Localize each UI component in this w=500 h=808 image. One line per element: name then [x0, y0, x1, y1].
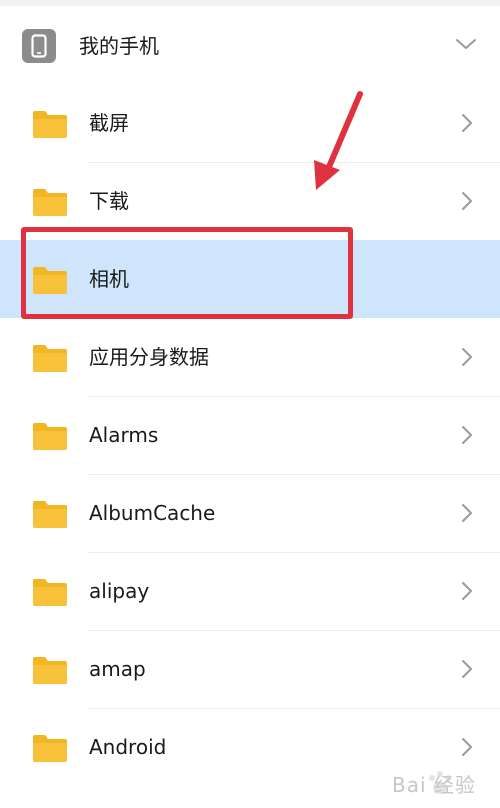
chevron-right-icon — [460, 736, 474, 758]
folder-row[interactable]: alipay — [0, 552, 500, 630]
folder-row[interactable]: AlbumCache — [0, 474, 500, 552]
folder-icon — [32, 421, 68, 451]
chevron-right-icon — [460, 190, 474, 212]
chevron-right-icon — [460, 580, 474, 602]
folder-icon — [32, 733, 68, 763]
watermark-text: Bai 经验 — [392, 773, 476, 797]
folder-label: 应用分身数据 — [89, 345, 209, 369]
row-divider — [88, 708, 500, 709]
folder-icon — [32, 343, 68, 373]
folder-label: Alarms — [89, 423, 159, 447]
folder-icon — [32, 577, 68, 607]
row-divider — [88, 162, 500, 163]
chevron-down-icon[interactable] — [455, 36, 477, 52]
folder-icon — [32, 655, 68, 685]
folder-row[interactable]: amap — [0, 630, 500, 708]
folder-row[interactable]: Alarms — [0, 396, 500, 474]
folder-icon — [32, 187, 68, 217]
annotation-arrow — [300, 88, 380, 198]
phone-icon — [22, 29, 56, 63]
chevron-right-icon — [460, 424, 474, 446]
row-divider — [88, 552, 500, 553]
file-manager-screen: 我的手机 截屏 下载 相机 应用分身数据 Alarms AlbumCache alipay a… — [0, 0, 500, 808]
storage-title: 我的手机 — [79, 34, 159, 58]
annotation-highlight-box — [21, 227, 353, 319]
folder-icon — [32, 499, 68, 529]
folder-row[interactable]: 截屏 — [0, 84, 500, 162]
storage-header[interactable]: 我的手机 — [0, 6, 500, 84]
folder-icon — [32, 109, 68, 139]
chevron-right-icon — [460, 502, 474, 524]
folder-label: amap — [89, 657, 146, 681]
folder-label: 截屏 — [89, 111, 129, 135]
chevron-right-icon — [460, 658, 474, 680]
chevron-right-icon — [460, 346, 474, 368]
row-divider — [88, 474, 500, 475]
folder-row[interactable]: 应用分身数据 — [0, 318, 500, 396]
folder-label: 下载 — [89, 189, 129, 213]
row-divider — [88, 630, 500, 631]
row-divider — [88, 396, 500, 397]
folder-label: alipay — [89, 579, 150, 603]
chevron-right-icon — [460, 112, 474, 134]
folder-label: Android — [89, 735, 167, 759]
folder-label: AlbumCache — [89, 501, 216, 525]
